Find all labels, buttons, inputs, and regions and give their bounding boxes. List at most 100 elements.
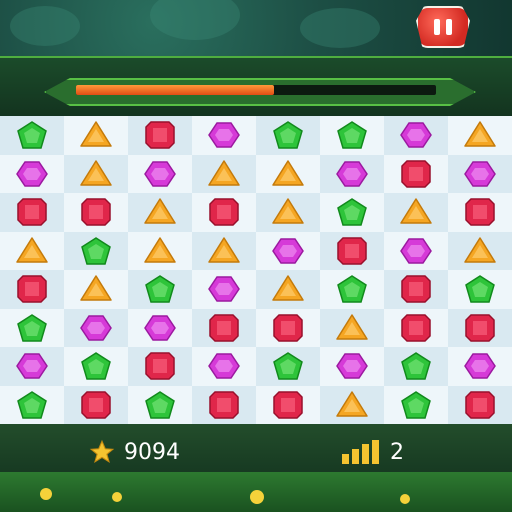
- board-cell[interactable]: [0, 308, 64, 347]
- board-cell[interactable]: [320, 155, 384, 194]
- board-cell[interactable]: [320, 270, 384, 309]
- purple-gem-icon: [80, 315, 112, 341]
- board-cell[interactable]: [0, 154, 64, 193]
- board-cell[interactable]: [128, 193, 192, 232]
- pause-button[interactable]: [416, 6, 470, 48]
- orange-gem-icon: [80, 275, 112, 301]
- board-cell[interactable]: [64, 270, 128, 309]
- board-cell[interactable]: [192, 309, 256, 348]
- green-gem-icon: [17, 390, 47, 419]
- green-gem-icon: [273, 352, 303, 380]
- board-cell[interactable]: [448, 309, 512, 348]
- footer-strip: [0, 424, 512, 472]
- flower-decoration: [40, 488, 52, 500]
- board-cell[interactable]: [256, 154, 320, 193]
- board-cell[interactable]: [0, 116, 64, 155]
- board-cell[interactable]: [192, 155, 256, 194]
- board-cell[interactable]: [448, 193, 512, 232]
- board-cell[interactable]: [192, 347, 256, 386]
- green-gem-icon: [17, 313, 47, 342]
- green-gem-icon: [401, 390, 431, 419]
- orange-gem-icon: [208, 237, 240, 263]
- board-cell[interactable]: [64, 193, 128, 232]
- purple-gem-icon: [144, 161, 176, 187]
- board-cell[interactable]: [384, 116, 448, 155]
- purple-gem-icon: [336, 161, 368, 187]
- board-cell[interactable]: [0, 385, 64, 424]
- board-cell[interactable]: [256, 231, 320, 270]
- board-cell[interactable]: [256, 347, 320, 386]
- board-cell[interactable]: [128, 347, 192, 386]
- purple-gem-icon: [400, 122, 432, 148]
- flower-decoration: [250, 490, 264, 504]
- board-cell[interactable]: [320, 347, 384, 386]
- orange-gem-icon: [336, 391, 368, 417]
- board-cell[interactable]: [448, 386, 512, 425]
- board-cell[interactable]: [320, 193, 384, 232]
- board-cell[interactable]: [384, 270, 448, 309]
- board-cell[interactable]: [320, 386, 384, 425]
- board-cell[interactable]: [384, 154, 448, 193]
- board-cell[interactable]: [448, 270, 512, 309]
- board-cell[interactable]: [256, 193, 320, 232]
- board-cell[interactable]: [64, 386, 128, 425]
- board-cell[interactable]: [384, 231, 448, 270]
- board-cell[interactable]: [64, 347, 128, 386]
- board-cell[interactable]: [320, 309, 384, 348]
- game-board: [0, 116, 512, 424]
- board-cell[interactable]: [128, 231, 192, 270]
- board-cell[interactable]: [64, 155, 128, 194]
- board-cell[interactable]: [64, 116, 128, 155]
- board-cell[interactable]: [64, 309, 128, 348]
- board-cell[interactable]: [192, 193, 256, 232]
- orange-gem-icon: [16, 237, 48, 263]
- orange-gem-icon: [272, 275, 304, 301]
- board-cell[interactable]: [384, 385, 448, 424]
- green-gem-icon: [337, 198, 367, 226]
- board-cell[interactable]: [128, 308, 192, 347]
- board-cell[interactable]: [192, 270, 256, 309]
- board-cell[interactable]: [256, 308, 320, 347]
- board-cell[interactable]: [0, 347, 64, 386]
- board-cell[interactable]: [384, 347, 448, 386]
- moves-display: 2: [340, 438, 404, 466]
- board-cell[interactable]: [384, 193, 448, 232]
- board-cell[interactable]: [128, 385, 192, 424]
- purple-gem-icon: [400, 238, 432, 264]
- red-gem-icon: [209, 391, 239, 419]
- background-leaf: [150, 0, 240, 40]
- purple-gem-icon: [16, 353, 48, 379]
- orange-gem-icon: [144, 198, 176, 224]
- board-cell[interactable]: [0, 270, 64, 309]
- orange-gem-icon: [336, 314, 368, 340]
- board-cell[interactable]: [384, 308, 448, 347]
- green-gem-icon: [465, 275, 495, 303]
- purple-gem-icon: [464, 353, 496, 379]
- orange-gem-icon: [464, 237, 496, 263]
- board-cell[interactable]: [448, 116, 512, 155]
- board-cell[interactable]: [128, 154, 192, 193]
- board-cell[interactable]: [320, 232, 384, 271]
- board-cell[interactable]: [448, 232, 512, 271]
- board-cell[interactable]: [128, 270, 192, 309]
- board-cell[interactable]: [192, 386, 256, 425]
- bars-icon: [342, 440, 379, 464]
- board-cell[interactable]: [64, 232, 128, 271]
- green-gem-icon: [401, 352, 431, 380]
- purple-gem-icon: [336, 353, 368, 379]
- board-cell[interactable]: [192, 116, 256, 155]
- board-cell[interactable]: [448, 155, 512, 194]
- board-cell[interactable]: [192, 232, 256, 271]
- red-gem-icon: [401, 275, 431, 303]
- board-cell[interactable]: [320, 116, 384, 155]
- board-cell[interactable]: [0, 231, 64, 270]
- board-cell[interactable]: [256, 270, 320, 309]
- board-cell[interactable]: [256, 116, 320, 155]
- orange-gem-icon: [400, 198, 432, 224]
- board-cell[interactable]: [448, 347, 512, 386]
- red-gem-icon: [17, 275, 47, 303]
- board-cell[interactable]: [256, 385, 320, 424]
- board-cell[interactable]: [0, 193, 64, 232]
- green-gem-icon: [81, 352, 111, 380]
- board-cell[interactable]: [128, 116, 192, 155]
